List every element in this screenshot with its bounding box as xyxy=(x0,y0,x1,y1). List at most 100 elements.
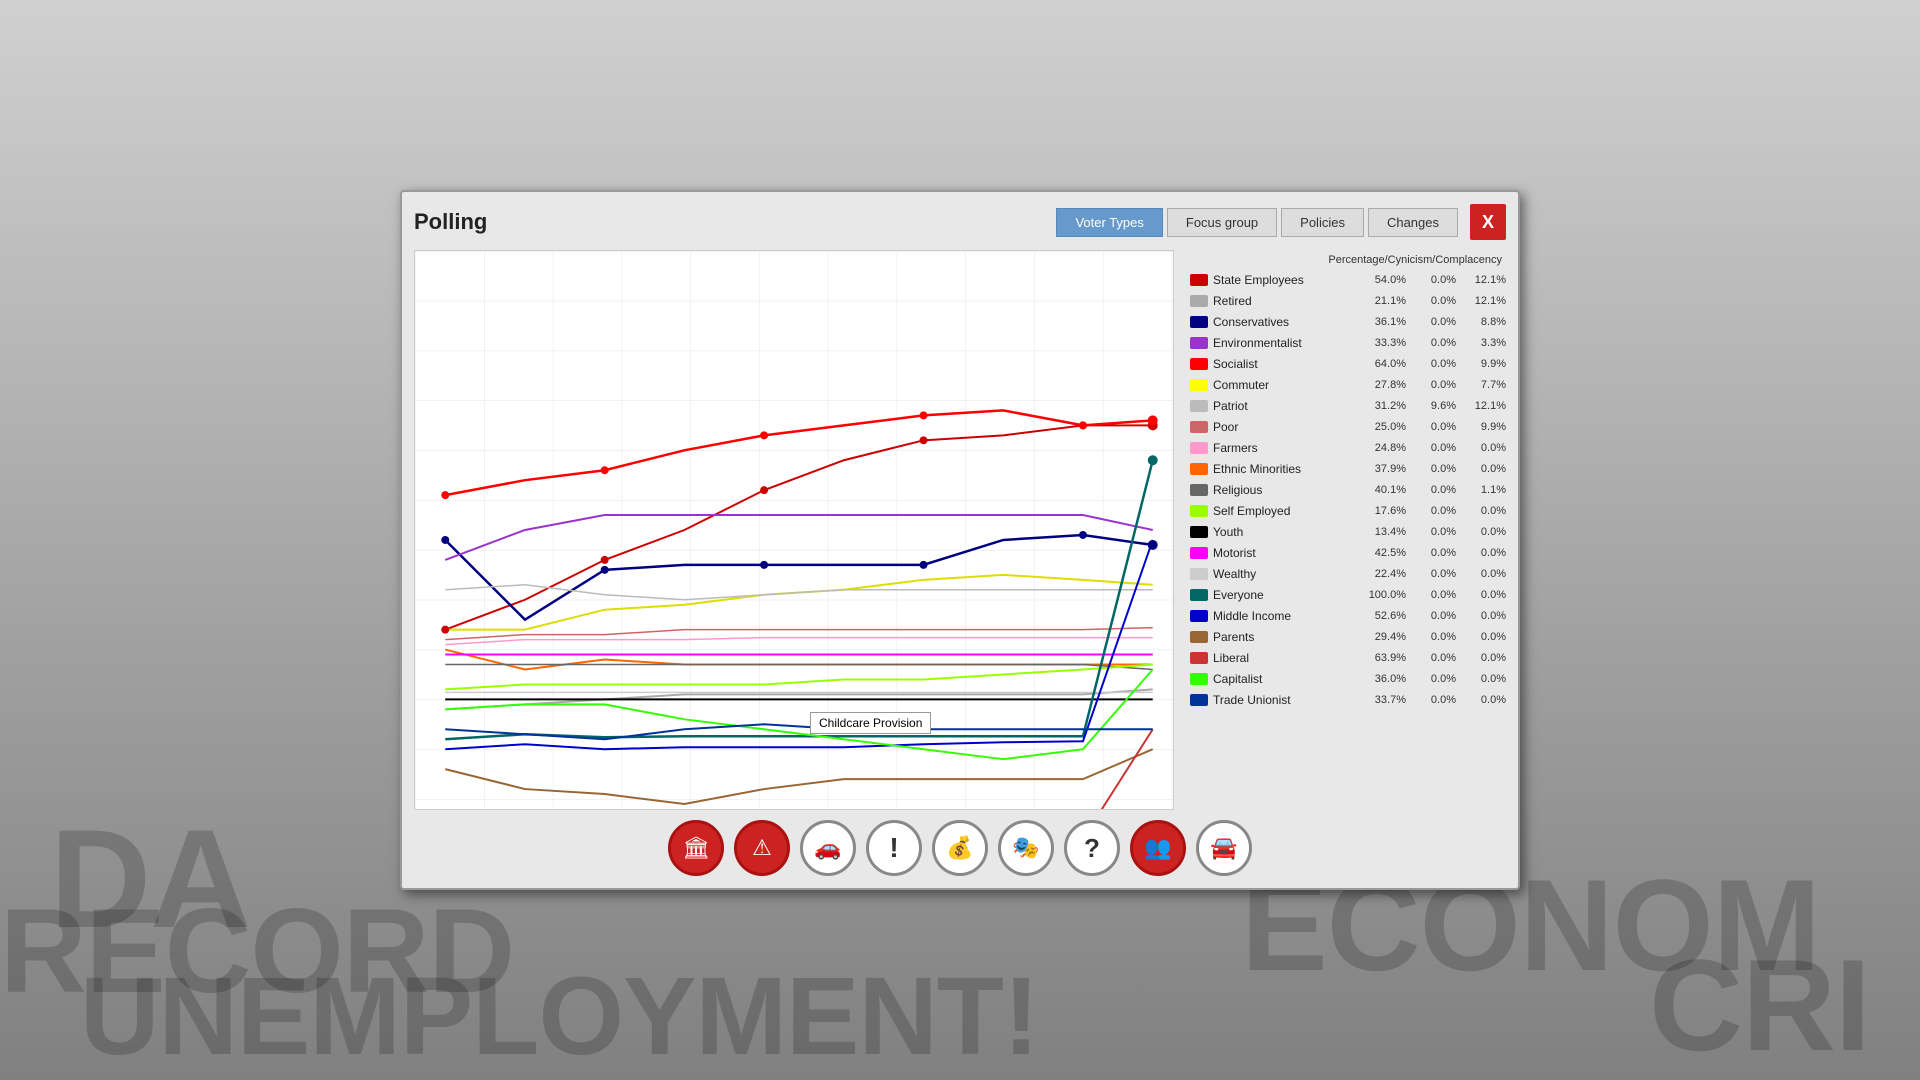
legend-pct: 25.0% xyxy=(1366,421,1406,433)
legend-item[interactable]: Poor 25.0% 0.0% 9.9% xyxy=(1190,417,1506,437)
legend-voter-name: Parents xyxy=(1213,630,1366,644)
legend-color-swatch xyxy=(1190,337,1208,349)
legend-values: 33.3% 0.0% 3.3% xyxy=(1366,337,1506,349)
icon-btn-question[interactable]: ? xyxy=(1064,820,1120,876)
legend-pct: 31.2% xyxy=(1366,400,1406,412)
legend-pct: 100.0% xyxy=(1366,589,1406,601)
legend-cyn: 0.0% xyxy=(1416,484,1456,496)
legend-color-swatch xyxy=(1190,316,1208,328)
legend-cyn: 0.0% xyxy=(1416,442,1456,454)
legend-pct: 36.0% xyxy=(1366,673,1406,685)
legend-voter-name: Youth xyxy=(1213,525,1366,539)
legend-values: 52.6% 0.0% 0.0% xyxy=(1366,610,1506,622)
icon-btn-warning[interactable]: ⚠ xyxy=(734,820,790,876)
legend-values: 54.0% 0.0% 12.1% xyxy=(1366,274,1506,286)
icon-btn-culture[interactable]: 🎭 xyxy=(998,820,1054,876)
legend-cyn: 0.0% xyxy=(1416,568,1456,580)
icon-btn-transport[interactable]: 🚗 xyxy=(800,820,856,876)
legend-values: 27.8% 0.0% 7.7% xyxy=(1366,379,1506,391)
bg-text-3: UNEMPLOYMENT! xyxy=(80,953,1039,1080)
legend-color-swatch xyxy=(1190,526,1208,538)
legend-values: 36.0% 0.0% 0.0% xyxy=(1366,673,1506,685)
legend-values: 21.1% 0.0% 12.1% xyxy=(1366,295,1506,307)
legend-item[interactable]: Parents 29.4% 0.0% 0.0% xyxy=(1190,627,1506,647)
legend-comp: 12.1% xyxy=(1466,295,1506,307)
legend-cyn: 0.0% xyxy=(1416,337,1456,349)
legend-pct: 64.0% xyxy=(1366,358,1406,370)
legend-pct: 27.8% xyxy=(1366,379,1406,391)
icon-btn-exclamation[interactable]: ! xyxy=(866,820,922,876)
legend-item[interactable]: Everyone 100.0% 0.0% 0.0% xyxy=(1190,585,1506,605)
legend-cyn: 0.0% xyxy=(1416,610,1456,622)
legend-item[interactable]: Motorist 42.5% 0.0% 0.0% xyxy=(1190,543,1506,563)
legend-color-swatch xyxy=(1190,400,1208,412)
legend-voter-name: Farmers xyxy=(1213,441,1366,455)
legend-color-swatch xyxy=(1190,442,1208,454)
legend-values: 24.8% 0.0% 0.0% xyxy=(1366,442,1506,454)
legend-values: 42.5% 0.0% 0.0% xyxy=(1366,547,1506,559)
legend-item[interactable]: Patriot 31.2% 9.6% 12.1% xyxy=(1190,396,1506,416)
car-icon: 🚘 xyxy=(1210,835,1237,861)
tab-changes[interactable]: Changes xyxy=(1368,208,1458,237)
legend-item[interactable]: Conservatives 36.1% 0.0% 8.8% xyxy=(1190,312,1506,332)
legend-item[interactable]: Retired 21.1% 0.0% 12.1% xyxy=(1190,291,1506,311)
legend-cyn: 0.0% xyxy=(1416,673,1456,685)
legend-item[interactable]: Trade Unionist 33.7% 0.0% 0.0% xyxy=(1190,690,1506,710)
legend-color-swatch xyxy=(1190,652,1208,664)
legend-cyn: 9.6% xyxy=(1416,400,1456,412)
tab-voter-types[interactable]: Voter Types xyxy=(1056,208,1162,237)
legend-voter-name: Ethnic Minorities xyxy=(1213,462,1366,476)
legend-comp: 0.0% xyxy=(1466,631,1506,643)
legend-values: 64.0% 0.0% 9.9% xyxy=(1366,358,1506,370)
legend-values: 63.9% 0.0% 0.0% xyxy=(1366,652,1506,664)
legend-item[interactable]: Middle Income 52.6% 0.0% 0.0% xyxy=(1190,606,1506,626)
legend-item[interactable]: Environmentalist 33.3% 0.0% 3.3% xyxy=(1190,333,1506,353)
legend-item[interactable]: Wealthy 22.4% 0.0% 0.0% xyxy=(1190,564,1506,584)
legend-values: 17.6% 0.0% 0.0% xyxy=(1366,505,1506,517)
legend-comp: 0.0% xyxy=(1466,694,1506,706)
legend-values: 36.1% 0.0% 8.8% xyxy=(1366,316,1506,328)
legend-item[interactable]: Liberal 63.9% 0.0% 0.0% xyxy=(1190,648,1506,668)
legend-pct: 52.6% xyxy=(1366,610,1406,622)
legend-cyn: 0.0% xyxy=(1416,505,1456,517)
legend-item[interactable]: Commuter 27.8% 0.0% 7.7% xyxy=(1190,375,1506,395)
legend-comp: 0.0% xyxy=(1466,568,1506,580)
legend-item[interactable]: State Employees 54.0% 0.0% 12.1% xyxy=(1190,270,1506,290)
legend-item[interactable]: Self Employed 17.6% 0.0% 0.0% xyxy=(1190,501,1506,521)
legend-item[interactable]: Capitalist 36.0% 0.0% 0.0% xyxy=(1190,669,1506,689)
legend-pct: 37.9% xyxy=(1366,463,1406,475)
legend-voter-name: Socialist xyxy=(1213,357,1366,371)
legend-area: Percentage/Cynicism/Complacency State Em… xyxy=(1182,250,1506,810)
legend-pct: 21.1% xyxy=(1366,295,1406,307)
legend-cyn: 0.0% xyxy=(1416,316,1456,328)
question-icon: ? xyxy=(1084,833,1100,864)
legend-cyn: 0.0% xyxy=(1416,274,1456,286)
legend-item[interactable]: Religious 40.1% 0.0% 1.1% xyxy=(1190,480,1506,500)
tooltip-childcare: Childcare Provision xyxy=(810,712,931,734)
legend-item[interactable]: Youth 13.4% 0.0% 0.0% xyxy=(1190,522,1506,542)
icon-btn-money[interactable]: 💰 xyxy=(932,820,988,876)
legend-voter-name: Poor xyxy=(1213,420,1366,434)
legend-voter-name: Liberal xyxy=(1213,651,1366,665)
legend-item[interactable]: Ethnic Minorities 37.9% 0.0% 0.0% xyxy=(1190,459,1506,479)
economy-icon: 🏛 xyxy=(682,835,710,861)
legend-item[interactable]: Farmers 24.8% 0.0% 0.0% xyxy=(1190,438,1506,458)
icon-btn-people[interactable]: 👥 xyxy=(1130,820,1186,876)
icon-btn-car[interactable]: 🚘 xyxy=(1196,820,1252,876)
legend-voter-name: Environmentalist xyxy=(1213,336,1366,350)
legend-color-swatch xyxy=(1190,505,1208,517)
legend-color-swatch xyxy=(1190,463,1208,475)
legend-item[interactable]: Socialist 64.0% 0.0% 9.9% xyxy=(1190,354,1506,374)
icon-btn-economy[interactable]: 🏛 xyxy=(668,820,724,876)
tab-policies[interactable]: Policies xyxy=(1281,208,1364,237)
legend-values: 100.0% 0.0% 0.0% xyxy=(1366,589,1506,601)
legend-cyn: 0.0% xyxy=(1416,631,1456,643)
legend-voter-name: Trade Unionist xyxy=(1213,693,1366,707)
legend-voter-name: Capitalist xyxy=(1213,672,1366,686)
close-button[interactable]: X xyxy=(1470,204,1506,240)
modal-body: ! ⊕ Childcare Provision Percentage/Cynic… xyxy=(414,250,1506,810)
tab-focus-group[interactable]: Focus group xyxy=(1167,208,1277,237)
legend-pct: 33.7% xyxy=(1366,694,1406,706)
legend-pct: 22.4% xyxy=(1366,568,1406,580)
legend-pct: 33.3% xyxy=(1366,337,1406,349)
